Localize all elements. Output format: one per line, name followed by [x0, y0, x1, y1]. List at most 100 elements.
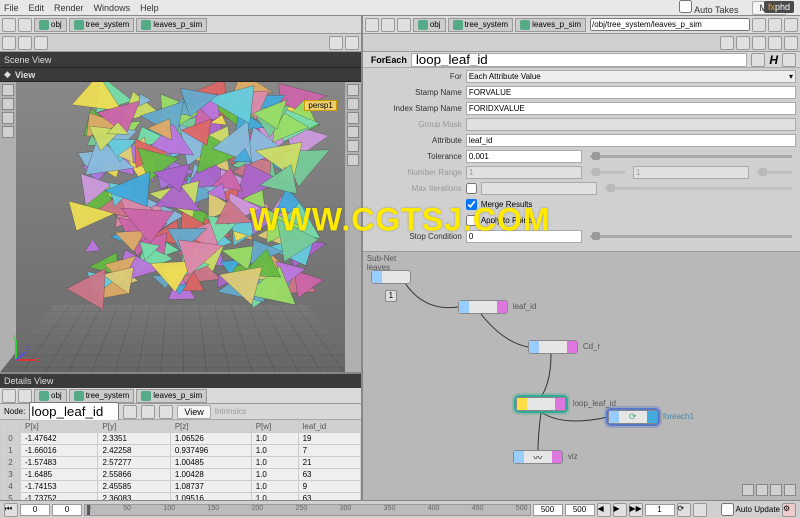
node-viz[interactable]: 〰	[513, 450, 563, 464]
rop1-icon[interactable]	[752, 18, 766, 32]
stop-slider[interactable]	[590, 235, 792, 238]
view-label[interactable]: View	[15, 70, 35, 80]
tl-cur[interactable]	[645, 504, 675, 516]
tl-rt-icon[interactable]	[693, 503, 707, 517]
node-leaf-id[interactable]	[458, 300, 508, 314]
maxi-check[interactable]	[466, 183, 477, 194]
net2-icon[interactable]	[756, 484, 768, 496]
cam-icon[interactable]	[329, 36, 343, 50]
tl-prev-icon[interactable]: ◀	[597, 503, 611, 517]
fwd-icon[interactable]	[18, 18, 32, 32]
help-icon[interactable]	[345, 36, 359, 50]
tl-play-icon[interactable]: ▶	[613, 503, 627, 517]
tl-loop-icon[interactable]: ⟳	[677, 503, 691, 517]
right-path-field[interactable]	[590, 18, 750, 31]
rpin-icon[interactable]	[365, 18, 379, 32]
playhead[interactable]	[87, 505, 90, 515]
shade-icon[interactable]	[347, 112, 359, 124]
crumb-tree[interactable]: tree_system	[69, 18, 135, 32]
menu-help[interactable]: Help	[140, 3, 159, 13]
idx-field[interactable]	[466, 102, 796, 115]
node-input-1[interactable]: 1	[385, 290, 397, 302]
light-icon[interactable]	[347, 126, 359, 138]
stamp-field[interactable]	[466, 86, 796, 99]
node-cd-label: Cd_r	[583, 342, 600, 351]
help2-icon[interactable]	[782, 53, 796, 67]
wire-icon[interactable]	[347, 98, 359, 110]
menu-file[interactable]: File	[4, 3, 19, 13]
crumb-leaves[interactable]: leaves_p_sim	[136, 18, 207, 32]
details-title: Details View	[0, 374, 361, 388]
auto-takes[interactable]: Auto Takes	[679, 0, 748, 15]
rtb1-icon[interactable]	[720, 36, 734, 50]
menu-render[interactable]: Render	[54, 3, 84, 13]
node-foreach1[interactable]: ⟳	[608, 410, 658, 424]
rcrumb-obj[interactable]: obj	[413, 18, 446, 32]
vis-icon[interactable]	[347, 140, 359, 152]
rfwd-icon[interactable]	[397, 18, 411, 32]
next-icon[interactable]	[34, 36, 48, 50]
back-icon[interactable]	[2, 18, 16, 32]
axis-gizmo: x y z	[6, 332, 40, 366]
brain-icon[interactable]: ⚙	[782, 503, 796, 517]
rback-icon[interactable]	[381, 18, 395, 32]
net4-icon[interactable]	[784, 484, 796, 496]
tl-s2[interactable]	[52, 504, 82, 516]
spreadsheet[interactable]: P[x]P[y]P[z]P[w]leaf_id0-1.476422.33511.…	[0, 420, 361, 500]
tl-track[interactable]: 050100150200250300350400450500	[84, 504, 531, 516]
pin2-icon[interactable]	[2, 389, 16, 403]
rop2-icon[interactable]	[768, 18, 782, 32]
stop-field[interactable]	[466, 230, 582, 243]
tl-next-icon[interactable]: ▶▶	[629, 503, 643, 517]
merge-check[interactable]	[466, 199, 477, 210]
intrinsics-label[interactable]: Intrinsics	[215, 407, 247, 416]
node-field[interactable]	[29, 402, 119, 421]
apply-check[interactable]	[466, 215, 477, 226]
right-path-bar: obj tree_system leaves_p_sim	[363, 16, 800, 34]
net1-icon[interactable]	[742, 484, 754, 496]
pin-icon[interactable]	[2, 36, 16, 50]
attr-field[interactable]	[466, 134, 796, 147]
n1-icon[interactable]	[123, 405, 137, 419]
viewport[interactable]: persp1 x y z	[0, 82, 361, 372]
auto-update-check[interactable]	[721, 503, 734, 516]
node-label: Node:	[4, 407, 25, 416]
node-subnet[interactable]	[371, 270, 411, 284]
n3-icon[interactable]	[159, 405, 173, 419]
node-loop-leaf-id[interactable]	[516, 397, 566, 411]
param-name-field[interactable]	[411, 53, 748, 67]
network-view[interactable]: Sub-Net leaves 1 leaf_id Cd_r loop_leaf_…	[363, 252, 800, 500]
rop3-icon[interactable]	[784, 18, 798, 32]
tl-start[interactable]	[20, 504, 50, 516]
h-button[interactable]: H	[769, 53, 778, 67]
crumb2-leaves[interactable]: leaves_p_sim	[136, 389, 207, 403]
crumb2-obj[interactable]: obj	[34, 389, 67, 403]
rcrumb-tree[interactable]: tree_system	[448, 18, 514, 32]
disp-icon[interactable]	[347, 84, 359, 96]
net3-icon[interactable]	[770, 484, 782, 496]
eye-icon[interactable]: ◆	[4, 69, 11, 80]
menu-windows[interactable]: Windows	[94, 3, 131, 13]
crumb-obj[interactable]: obj	[34, 18, 67, 32]
stamp-label: Stamp Name	[367, 88, 462, 97]
n2-icon[interactable]	[141, 405, 155, 419]
tl-end[interactable]	[565, 504, 595, 516]
node-cd-r[interactable]	[528, 340, 578, 354]
view-dropdown[interactable]: View	[177, 405, 210, 419]
for-dropdown[interactable]: Each Attribute Value▾	[466, 70, 796, 83]
rcrumb-leaves[interactable]: leaves_p_sim	[515, 18, 586, 32]
rtb5-icon[interactable]	[784, 36, 798, 50]
prev-icon[interactable]	[18, 36, 32, 50]
back2-icon[interactable]	[18, 389, 32, 403]
rtb2-icon[interactable]	[736, 36, 750, 50]
opt-icon[interactable]	[347, 154, 359, 166]
tol-field[interactable]	[466, 150, 582, 163]
rtb4-icon[interactable]	[768, 36, 782, 50]
tl-first-icon[interactable]: ⏮	[4, 503, 18, 517]
tl-e1[interactable]	[533, 504, 563, 516]
gear-icon[interactable]	[751, 53, 765, 67]
menu-edit[interactable]: Edit	[29, 3, 45, 13]
rtb3-icon[interactable]	[752, 36, 766, 50]
crumb2-tree[interactable]: tree_system	[69, 389, 135, 403]
tol-slider[interactable]	[590, 155, 792, 158]
